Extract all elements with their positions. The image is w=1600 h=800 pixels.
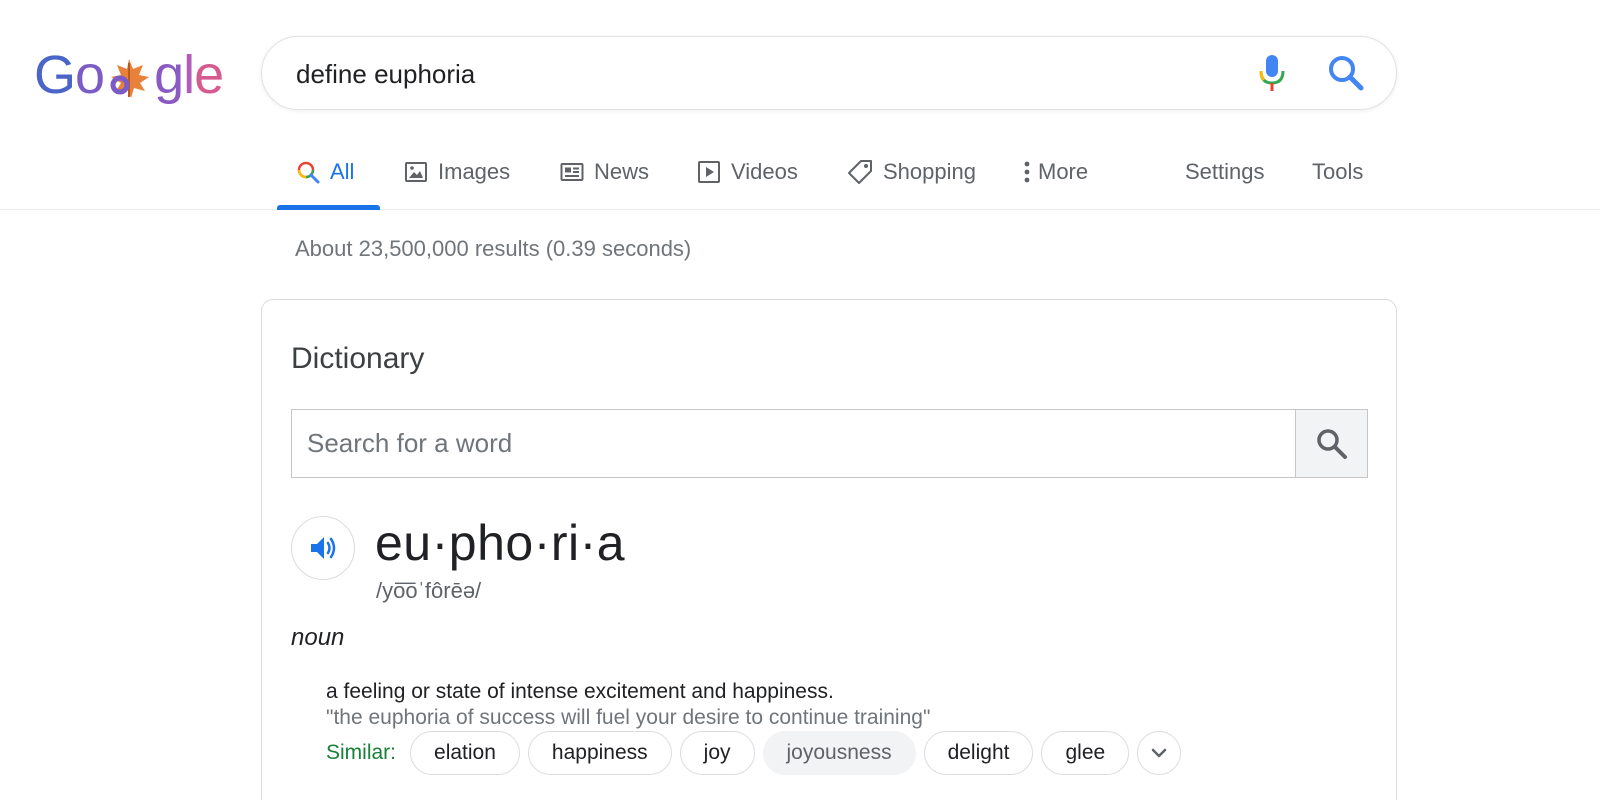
search-tabs: All Images News Videos Shopping More Set… (0, 136, 1600, 210)
similar-chip[interactable]: elation (410, 731, 520, 775)
search-button[interactable] (1326, 53, 1366, 93)
news-icon (560, 160, 584, 184)
speaker-icon (311, 537, 336, 559)
result-stats: About 23,500,000 results (0.39 seconds) (295, 236, 692, 261)
word-search-input[interactable] (292, 410, 1295, 477)
active-tab-indicator (277, 205, 380, 210)
autumn-leaf-icon (105, 52, 153, 98)
similar-chip[interactable]: joy (679, 731, 755, 775)
logo-letter-e: e (194, 45, 224, 105)
logo-letter-g: G (34, 45, 76, 105)
tab-videos[interactable]: Videos (697, 154, 798, 190)
dictionary-card: Dictionary eu·pho·ri·a /yo͞oˈfôrēə/ noun… (261, 299, 1397, 800)
magnifier-icon (1316, 428, 1347, 459)
word-search-button[interactable] (1295, 410, 1367, 477)
tab-images[interactable]: Images (404, 154, 510, 190)
part-of-speech: noun (291, 624, 345, 651)
similar-chip[interactable]: delight (923, 731, 1034, 775)
microphone-icon[interactable] (1257, 53, 1287, 93)
kebab-icon (1024, 160, 1030, 184)
similar-chip[interactable]: glee (1041, 731, 1130, 775)
tab-tools[interactable]: Tools (1312, 154, 1363, 190)
magnifier-icon (1329, 56, 1364, 91)
tab-videos-label: Videos (731, 159, 798, 184)
tag-icon (847, 159, 873, 185)
search-input[interactable] (296, 56, 1196, 92)
tab-settings[interactable]: Settings (1185, 154, 1265, 190)
google-logo[interactable]: G o g l e (34, 40, 224, 110)
similar-chip[interactable]: happiness (527, 731, 672, 775)
tab-images-label: Images (438, 159, 511, 184)
dictionary-title: Dictionary (291, 342, 425, 375)
phonetic-spelling: /yo͞oˈfôrēə/ (376, 578, 482, 603)
search-box[interactable] (261, 36, 1397, 110)
word-search (291, 409, 1368, 478)
image-icon (404, 160, 428, 184)
chevron-down-icon (1151, 748, 1167, 758)
tab-all[interactable]: All (296, 154, 354, 190)
tab-news[interactable]: News (560, 154, 649, 190)
expand-similar-button[interactable] (1137, 731, 1182, 775)
tab-settings-label: Settings (1185, 159, 1265, 184)
definition-text: a feeling or state of intense excitement… (326, 680, 834, 703)
tab-tools-label: Tools (1312, 159, 1364, 184)
pronunciation-button[interactable] (291, 516, 355, 580)
play-icon (697, 160, 721, 184)
example-sentence: "the euphoria of success will fuel your … (326, 706, 931, 729)
tab-shopping[interactable]: Shopping (847, 154, 976, 190)
similar-words: Similar: elation happiness joy joyousnes… (326, 731, 1182, 775)
tab-all-label: All (330, 159, 355, 184)
logo-letter-l: l (183, 45, 195, 105)
search-icon (296, 160, 320, 184)
logo-letter-g2: g (154, 45, 184, 105)
similar-label: Similar: (326, 741, 397, 764)
tab-shopping-label: Shopping (883, 159, 976, 184)
similar-chip[interactable]: joyousness (762, 731, 916, 775)
tab-more-label: More (1038, 159, 1089, 184)
headword: eu·pho·ri·a (375, 515, 626, 571)
tab-more[interactable]: More (1024, 154, 1088, 190)
logo-letter-o: o (75, 45, 105, 105)
tab-news-label: News (594, 159, 650, 184)
